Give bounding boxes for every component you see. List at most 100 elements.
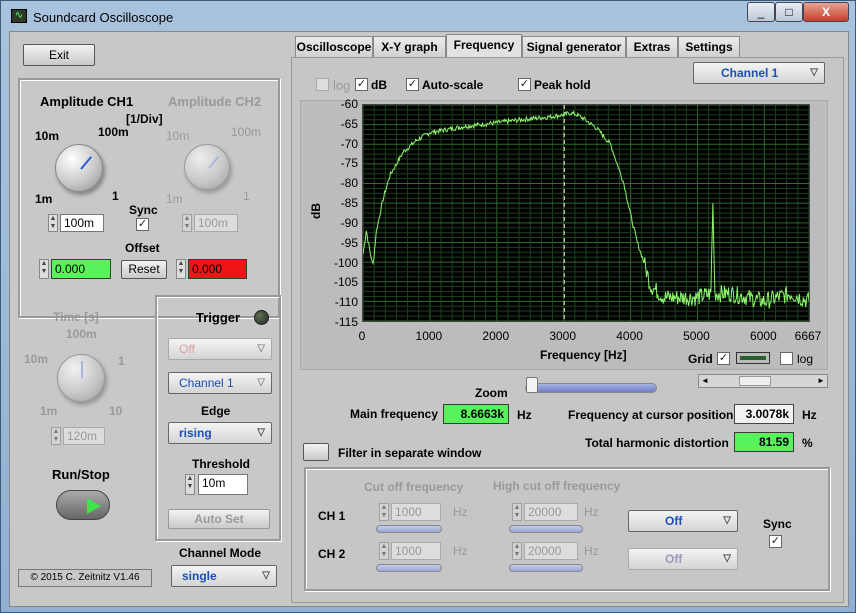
offset-ch1-spin[interactable]: ▲ ▼ bbox=[39, 259, 49, 279]
offset-ch1-field[interactable]: 0.000 bbox=[51, 259, 111, 279]
knob1-label-100m: 100m bbox=[98, 125, 129, 139]
channel-mode-value: single bbox=[182, 569, 217, 583]
tab-frequency[interactable]: Frequency bbox=[446, 34, 522, 58]
cut2-field[interactable]: 1000 bbox=[391, 542, 441, 560]
time-value-field[interactable]: 120m bbox=[63, 427, 105, 445]
ch2-value-field[interactable]: 100m bbox=[194, 214, 238, 232]
offset-label: Offset bbox=[125, 241, 160, 255]
amp-ch2-knob[interactable] bbox=[184, 144, 230, 190]
high1-field[interactable]: 20000 bbox=[524, 503, 578, 521]
spectrum-plot[interactable] bbox=[362, 104, 810, 322]
time-label-10m: 10m bbox=[24, 352, 49, 366]
high1-spin[interactable]: ▲ ▼ bbox=[512, 503, 522, 521]
amp-ch1-knob[interactable] bbox=[55, 144, 103, 192]
zoom-slider[interactable] bbox=[525, 383, 657, 393]
channel-dropdown[interactable]: Channel 1 ▽ bbox=[693, 62, 825, 84]
autoset-button[interactable]: Auto Set bbox=[168, 509, 270, 529]
grid-color-swatch[interactable] bbox=[736, 352, 770, 364]
filter-separate-label: Filter in separate window bbox=[338, 446, 482, 460]
cut1-spin[interactable]: ▲ ▼ bbox=[379, 503, 389, 521]
zoom-slider-thumb[interactable] bbox=[526, 377, 538, 393]
high1-slider[interactable] bbox=[509, 525, 583, 533]
threshold-field[interactable]: 10m bbox=[198, 474, 248, 495]
y-tick-label: -100 bbox=[333, 255, 358, 270]
filter2-dropdown[interactable]: Off ▽ bbox=[628, 548, 738, 570]
cursor-frequency-unit: Hz bbox=[802, 408, 817, 422]
cut2-slider[interactable] bbox=[376, 564, 442, 572]
tab-extras[interactable]: Extras bbox=[626, 36, 678, 58]
close-button[interactable]: X bbox=[803, 2, 849, 22]
x-tick-label: 6000 bbox=[750, 329, 777, 343]
high2-field[interactable]: 20000 bbox=[524, 542, 578, 560]
cursor-frequency-label: Frequency at cursor position bbox=[568, 408, 734, 422]
div-label: [1/Div] bbox=[126, 112, 163, 126]
knob1-label-10m: 10m bbox=[35, 129, 60, 143]
high1-unit: Hz bbox=[584, 505, 599, 519]
db-checkbox[interactable]: ✓ bbox=[355, 78, 368, 91]
trigger-title: Trigger bbox=[196, 310, 241, 325]
horizontal-scrollbar[interactable]: ◄ ► bbox=[698, 374, 828, 388]
autoscale-label: Auto-scale bbox=[422, 78, 484, 92]
cut1-slider[interactable] bbox=[376, 525, 442, 533]
amp-ch2-label: Amplitude CH2 bbox=[168, 94, 262, 109]
tab-settings[interactable]: Settings bbox=[678, 36, 740, 58]
scroll-left-icon[interactable]: ◄ bbox=[699, 375, 711, 387]
highcut-label: High cut off frequency bbox=[493, 479, 621, 493]
trigger-mode-dropdown[interactable]: Off ▽ bbox=[168, 338, 272, 360]
grid-checkbox[interactable]: ✓ bbox=[717, 352, 730, 365]
cutoff-label: Cut off frequency bbox=[364, 480, 464, 494]
time-spin[interactable]: ▲ ▼ bbox=[51, 427, 61, 445]
high2-unit: Hz bbox=[584, 544, 599, 558]
play-icon bbox=[87, 498, 101, 514]
trigger-channel-dropdown[interactable]: Channel 1 ▽ bbox=[168, 372, 272, 394]
threshold-label: Threshold bbox=[192, 457, 251, 471]
tab-signal-generator[interactable]: Signal generator bbox=[522, 36, 626, 58]
filter-separate-button[interactable] bbox=[303, 443, 329, 461]
ch2-spin[interactable]: ▲ ▼ bbox=[182, 214, 192, 232]
cut1-field[interactable]: 1000 bbox=[391, 503, 441, 521]
db-label: dB bbox=[371, 78, 387, 92]
ch1-spin[interactable]: ▲ ▼ bbox=[48, 214, 58, 232]
app-icon: ∿ bbox=[11, 9, 27, 23]
threshold-spin[interactable]: ▲ ▼ bbox=[185, 474, 195, 495]
filter1-dropdown[interactable]: Off ▽ bbox=[628, 510, 738, 532]
cut1-unit: Hz bbox=[453, 505, 468, 519]
filter-sync-checkbox[interactable]: ✓ bbox=[769, 535, 782, 548]
peakhold-checkbox[interactable]: ✓ bbox=[518, 78, 531, 91]
cut2-unit: Hz bbox=[453, 544, 468, 558]
knob1-label-1: 1 bbox=[112, 189, 119, 203]
y-tick-label: -95 bbox=[340, 235, 358, 250]
offset-ch2-field[interactable]: 0.000 bbox=[188, 259, 247, 279]
chevron-down-icon: ▽ bbox=[257, 427, 265, 438]
cut2-spin[interactable]: ▲ ▼ bbox=[379, 542, 389, 560]
tab-xy-graph[interactable]: X-Y graph bbox=[373, 36, 446, 58]
run-stop-button[interactable] bbox=[56, 490, 110, 520]
trigger-mode-value: Off bbox=[179, 342, 195, 356]
channel-mode-dropdown[interactable]: single ▽ bbox=[171, 565, 277, 587]
log-scale-checkbox[interactable] bbox=[780, 352, 793, 365]
high2-spin[interactable]: ▲ ▼ bbox=[512, 542, 522, 560]
scrollbar-thumb[interactable] bbox=[739, 376, 771, 386]
trigger-channel-value: Channel 1 bbox=[179, 376, 234, 390]
ch1-value-field[interactable]: 100m bbox=[60, 214, 104, 232]
minimize-button[interactable]: _ bbox=[747, 2, 775, 22]
time-knob[interactable] bbox=[57, 354, 105, 402]
log-checkbox[interactable] bbox=[316, 78, 329, 91]
exit-button[interactable]: Exit bbox=[23, 44, 95, 66]
offset-ch2-spin[interactable]: ▲ ▼ bbox=[176, 259, 186, 279]
sync-label: Sync bbox=[129, 203, 158, 217]
run-stop-label: Run/Stop bbox=[52, 467, 110, 482]
high2-slider[interactable] bbox=[509, 564, 583, 572]
scroll-right-icon[interactable]: ► bbox=[815, 375, 827, 387]
tab-oscilloscope[interactable]: Oscilloscope bbox=[295, 36, 373, 58]
time-label: Time [s] bbox=[53, 310, 99, 324]
reset-button[interactable]: Reset bbox=[121, 260, 167, 279]
y-tick-label: -110 bbox=[334, 295, 358, 310]
chevron-down-icon: ▽ bbox=[723, 553, 731, 564]
grid-label: Grid bbox=[688, 352, 713, 366]
maximize-button[interactable]: □ bbox=[775, 2, 803, 22]
edge-dropdown[interactable]: rising ▽ bbox=[168, 422, 272, 444]
sync-checkbox[interactable]: ✓ bbox=[136, 218, 149, 231]
knob2-label-1m: 1m bbox=[166, 192, 183, 206]
autoscale-checkbox[interactable]: ✓ bbox=[406, 78, 419, 91]
